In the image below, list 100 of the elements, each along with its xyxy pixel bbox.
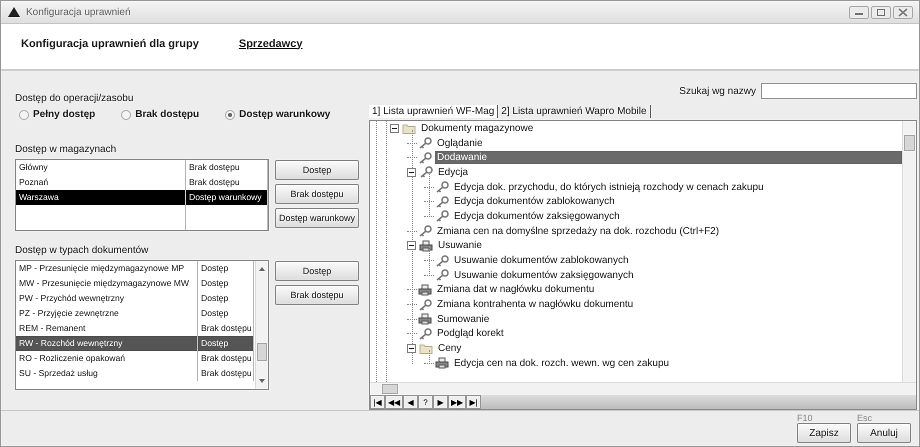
folder-icon [402, 122, 416, 134]
navigation-button[interactable]: ◀ [403, 395, 418, 409]
scrollbar[interactable] [255, 261, 268, 389]
action-button[interactable]: Dostęp [275, 160, 359, 180]
key-icon [435, 210, 449, 222]
table-row[interactable]: MP - Przesunięcie międzymagazynowe MP Dostęp [16, 261, 254, 276]
tree-item[interactable]: Oglądanie [435, 136, 485, 150]
tree-item[interactable]: Zmiana kontrahenta w nagłówku dokumentu [435, 298, 636, 312]
key-icon [435, 269, 449, 282]
section-label: Dostęp w magazynach [15, 144, 118, 155]
access-cell: Brak dostępu [198, 366, 254, 381]
table-row[interactable]: Warszawa Dostęp warunkowy [16, 190, 268, 205]
key-icon [435, 181, 449, 194]
table-row[interactable]: Główny Brak dostępu [16, 160, 268, 175]
radio-label[interactable]: Pełny dostęp [33, 109, 96, 120]
navigation-button[interactable]: ? [418, 395, 433, 409]
radio-button[interactable] [121, 110, 132, 120]
action-button[interactable]: Dostęp warunkowy [275, 208, 359, 228]
close-icon[interactable] [893, 6, 913, 18]
name-cell: PW - Przychód wewnętrzny [16, 291, 198, 306]
expand-toggle[interactable] [390, 124, 399, 133]
access-cell: Dostęp [198, 291, 254, 306]
radio-label[interactable]: Brak dostępu [135, 109, 200, 120]
table-row[interactable]: PW - Przychód wewnętrzny Dostęp [16, 291, 254, 306]
key-icon [418, 152, 432, 164]
navigation-button[interactable]: ▶| [466, 395, 481, 409]
key-icon [418, 328, 432, 340]
header-title: Konfiguracja uprawnień dla grupy [21, 38, 199, 50]
folder-icon [419, 343, 433, 354]
expand-toggle[interactable] [407, 241, 416, 250]
tree-item[interactable]: Edycja dokumentów zablokowanych [452, 195, 617, 208]
table-row[interactable]: SU - Sprzedaż usług Brak dostępu [16, 366, 254, 381]
table-row[interactable]: MW - Przesunięcie międzymagazynowe MW Dostęp [16, 276, 254, 291]
key-icon [435, 196, 449, 208]
action-button[interactable]: Dostęp [275, 261, 359, 281]
name-cell: SU - Sprzedaż usług [16, 366, 198, 381]
tree-item[interactable]: Dodawanie [435, 151, 902, 164]
tree-item[interactable]: Zmiana cen na domyślne sprzedaży na dok. rozchodu (Ctrl+F2) [435, 224, 722, 238]
access-cell: Dostęp [198, 261, 254, 276]
scrollbar[interactable] [370, 382, 916, 395]
name-cell: Główny [16, 160, 186, 175]
tree-item[interactable]: Usuwanie dokumentów zaksięgowanych [452, 268, 636, 282]
access-cell: Brak dostępu [198, 351, 254, 366]
access-cell: Brak dostępu [186, 160, 268, 175]
key-icon [418, 225, 432, 238]
expand-toggle[interactable] [407, 168, 416, 177]
footer-button[interactable]: Zapisz [797, 423, 851, 443]
search-field[interactable] [761, 83, 917, 99]
key-icon [419, 166, 433, 178]
access-cell: Dostęp [198, 336, 254, 351]
expand-toggle[interactable] [407, 344, 416, 354]
action-button[interactable]: Brak dostępu [275, 285, 359, 305]
key-icon [418, 298, 432, 311]
group-name: Sprzedawcy [238, 38, 302, 50]
printer-icon [418, 313, 432, 326]
action-button[interactable]: Brak dostępu [275, 184, 359, 204]
shortcut-label: Esc [857, 413, 874, 423]
section-label: Dostęp w typach dokumentów [15, 245, 150, 256]
name-cell: PZ - Przyjęcie zewnętrzne [16, 306, 198, 321]
access-cell: Dostęp [198, 276, 254, 291]
radio-button[interactable] [19, 110, 29, 120]
window-title: Konfiguracja uprawnień [26, 6, 132, 18]
tree-item[interactable]: Usuwanie dokumentów zablokowanych [452, 254, 631, 268]
key-icon [418, 137, 432, 150]
key-icon [435, 254, 449, 267]
navigation-button[interactable]: ▶ [433, 395, 448, 409]
navigation-button[interactable]: ◀◀ [385, 395, 403, 409]
access-cell: Dostęp warunkowy [186, 190, 268, 205]
footer-button[interactable]: Anuluj [857, 423, 911, 443]
radio-label[interactable]: Dostęp warunkowy [239, 109, 330, 120]
tree-item[interactable]: Edycja cen na dok. rozch. wewn. wg cen zakupu [452, 356, 672, 370]
tree-item[interactable]: Usuwanie [436, 239, 484, 252]
table-row[interactable]: PZ - Przyjęcie zewnętrzne Dostęp [16, 306, 254, 321]
minimize-icon[interactable] [849, 6, 869, 18]
printer-icon [419, 240, 433, 252]
tree-item[interactable]: Sumowanie [435, 312, 492, 326]
tree-item[interactable]: Edycja [436, 166, 470, 179]
shortcut-label: F10 [797, 413, 814, 423]
navigation-button[interactable]: |◀ [370, 395, 385, 409]
maximize-icon[interactable] [871, 6, 891, 18]
search-label: Szukaj wg nazwy [679, 86, 756, 96]
navigation-button[interactable]: ▶▶ [448, 395, 466, 409]
section-label: Dostęp do operacji/zasobu [15, 93, 134, 104]
radio-button[interactable] [225, 110, 236, 120]
name-cell: Warszawa [16, 190, 186, 205]
printer-icon [418, 284, 432, 296]
name-cell: RO - Rozliczenie opakowań [16, 351, 198, 366]
tree-item[interactable]: Dokumenty magazynowe [419, 122, 536, 135]
name-cell: MP - Przesunięcie międzymagazynowe MP [16, 261, 198, 276]
tab[interactable]: 2] Lista uprawnień Wapro Mobile [498, 105, 651, 118]
tree-item[interactable]: Edycja dok. przychodu, do których istnieją rozchody w cenach zakupu [452, 180, 766, 194]
tab[interactable]: 1] Lista uprawnień WF-Mag [369, 105, 498, 118]
scrollbar[interactable] [902, 121, 916, 382]
tree-item[interactable]: Zmiana dat w nagłówku dokumentu [435, 283, 596, 296]
table-row[interactable]: RW - Rozchód wewnętrzny Dostęp [16, 336, 254, 351]
table-row[interactable]: RO - Rozliczenie opakowań Brak dostępu [16, 351, 254, 366]
tree-item[interactable]: Ceny [436, 342, 464, 356]
name-cell: MW - Przesunięcie międzymagazynowe MW [16, 276, 198, 291]
tree-item[interactable]: Edycja dokumentów zaksięgowanych [452, 210, 622, 223]
tree-item[interactable]: Podgląd korekt [435, 327, 506, 340]
